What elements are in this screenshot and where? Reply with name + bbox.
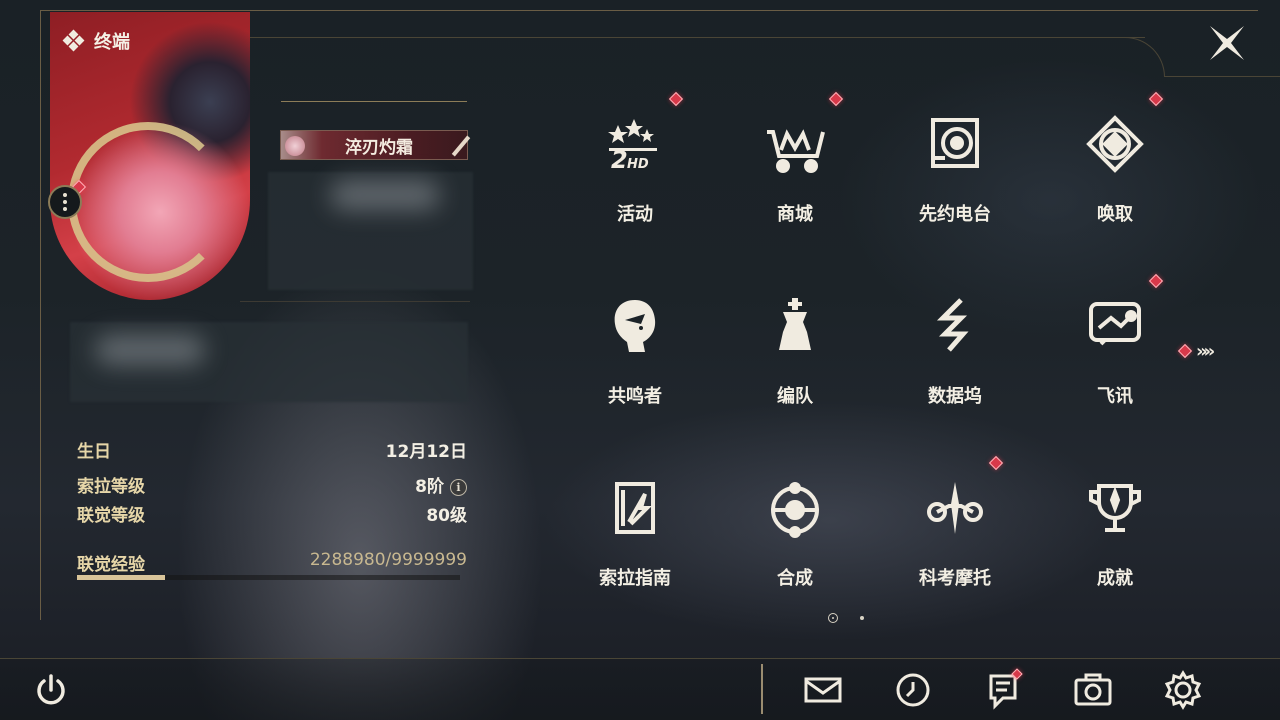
page-dot-active[interactable] — [828, 613, 838, 623]
next-page-button[interactable]: »» — [1177, 340, 1224, 362]
terminal-logo-icon — [62, 29, 85, 52]
union-exp-row: 联觉经验 2288980/9999999 — [77, 550, 467, 575]
page-dot[interactable] — [860, 616, 864, 620]
union-exp-bar-fill — [77, 575, 165, 580]
menu-item-motorcycle[interactable]: 科考摩托 — [905, 455, 1005, 612]
union-level-row: 联觉等级 80级 — [77, 501, 467, 526]
badge-dot — [1148, 273, 1164, 289]
menu-item-resonators[interactable]: 共鸣者 — [585, 280, 685, 430]
menu-label: 飞讯 — [1097, 386, 1133, 407]
power-button[interactable] — [33, 672, 69, 708]
name-divider — [281, 101, 467, 102]
data-bank-icon — [921, 292, 989, 360]
menu-item-messages[interactable]: 飞讯 — [1065, 273, 1165, 430]
badge-dot — [828, 91, 844, 107]
union-exp-value: 2288980/9999999 — [309, 550, 467, 570]
badge-dot — [1148, 91, 1164, 107]
gear-icon — [1164, 670, 1202, 710]
guidebook-icon — [601, 474, 669, 542]
menu-label: 共鸣者 — [608, 386, 662, 407]
menu-label: 合成 — [777, 568, 813, 589]
menu-item-radio[interactable]: 先约电台 — [905, 98, 1005, 248]
badge-dot — [1177, 343, 1193, 359]
power-icon — [37, 674, 65, 705]
menu-label: 唤取 — [1097, 204, 1133, 225]
player-title-text: 淬刃灼霜 — [345, 137, 413, 158]
menu-label: 活动 — [617, 204, 653, 225]
birthday-label: 生日 — [77, 442, 111, 462]
resonator-icon — [601, 292, 669, 360]
sola-level-value: 8阶 — [415, 477, 444, 497]
mail-icon — [804, 677, 842, 703]
more-dots-icon — [63, 193, 67, 197]
union-exp-label: 联觉经验 — [77, 555, 145, 575]
union-exp-bar — [77, 575, 460, 580]
inner-frame-line — [250, 37, 1145, 38]
double-chevron-right-icon: »» — [1196, 340, 1215, 362]
section-divider — [240, 301, 470, 302]
menu-item-synthesis[interactable]: 合成 — [745, 462, 845, 612]
menu-item-convene[interactable]: 唤取 — [1065, 91, 1165, 248]
menu-item-shop[interactable]: 商城 — [745, 91, 845, 248]
left-frame-line — [40, 10, 41, 620]
player-title-badge[interactable]: 淬刃灼霜 — [280, 130, 471, 160]
blade-icon — [451, 135, 471, 157]
top-frame-line — [40, 10, 1258, 11]
menu-item-guidebook[interactable]: 索拉指南 — [585, 462, 685, 612]
inner-frame-curve — [1105, 37, 1165, 77]
menu-item-achievements[interactable]: 成就 — [1065, 462, 1165, 612]
clock-icon — [896, 673, 930, 707]
history-button[interactable] — [893, 670, 933, 710]
trophy-icon — [1081, 474, 1149, 542]
union-level-label: 联觉等级 — [77, 506, 145, 526]
menu-label: 编队 — [777, 386, 813, 407]
terminal-header: 终端 — [62, 28, 130, 54]
flower-icon — [285, 136, 305, 156]
page-indicator — [826, 612, 870, 624]
player-name-blur — [330, 180, 440, 210]
svg-text:HD: HD — [627, 157, 649, 172]
menu-label: 先约电台 — [919, 204, 991, 225]
signature-blur — [95, 335, 205, 365]
shop-cart-icon — [761, 110, 829, 178]
toolbar-divider — [761, 664, 763, 714]
message-icon — [1081, 292, 1149, 360]
close-button[interactable] — [1206, 22, 1248, 64]
menu-label: 数据坞 — [928, 386, 982, 407]
synthesis-icon — [761, 474, 829, 542]
menu-item-events[interactable]: 2 HD 活动 — [585, 91, 685, 248]
chess-team-icon — [761, 292, 829, 360]
menu-item-team[interactable]: 编队 — [745, 280, 845, 430]
notice-button[interactable] — [983, 668, 1023, 710]
menu-label: 科考摩托 — [919, 568, 991, 589]
menu-label: 索拉指南 — [599, 568, 671, 589]
camera-button[interactable] — [1073, 670, 1113, 710]
union-level-value: 80级 — [426, 506, 467, 526]
menu-label: 成就 — [1097, 568, 1133, 589]
birthday-row: 生日 12月12日 — [77, 437, 467, 462]
page-title: 终端 — [94, 32, 130, 53]
badge-dot — [668, 91, 684, 107]
events-icon: 2 HD — [601, 110, 669, 178]
settings-button[interactable] — [1163, 670, 1203, 710]
menu-item-data-bank[interactable]: 数据坞 — [905, 280, 1005, 430]
sola-level-row: 索拉等级 8阶 i — [77, 472, 467, 497]
birthday-value: 12月12日 — [385, 442, 467, 462]
sola-level-value-wrap: 8阶 i — [415, 472, 467, 497]
motorcycle-icon — [921, 474, 989, 542]
menu-label: 商城 — [777, 204, 813, 225]
mail-button[interactable] — [803, 670, 843, 710]
portrait-ring — [68, 122, 228, 282]
convene-icon — [1081, 110, 1149, 178]
badge-dot — [988, 455, 1004, 471]
close-icon — [1210, 26, 1244, 60]
character-portrait[interactable] — [50, 12, 250, 300]
profile-more-button[interactable] — [48, 185, 82, 219]
radio-icon — [921, 110, 989, 178]
sola-level-label: 索拉等级 — [77, 477, 145, 497]
inner-frame-right — [1164, 76, 1280, 77]
camera-icon — [1074, 673, 1112, 706]
info-icon[interactable]: i — [450, 478, 467, 496]
